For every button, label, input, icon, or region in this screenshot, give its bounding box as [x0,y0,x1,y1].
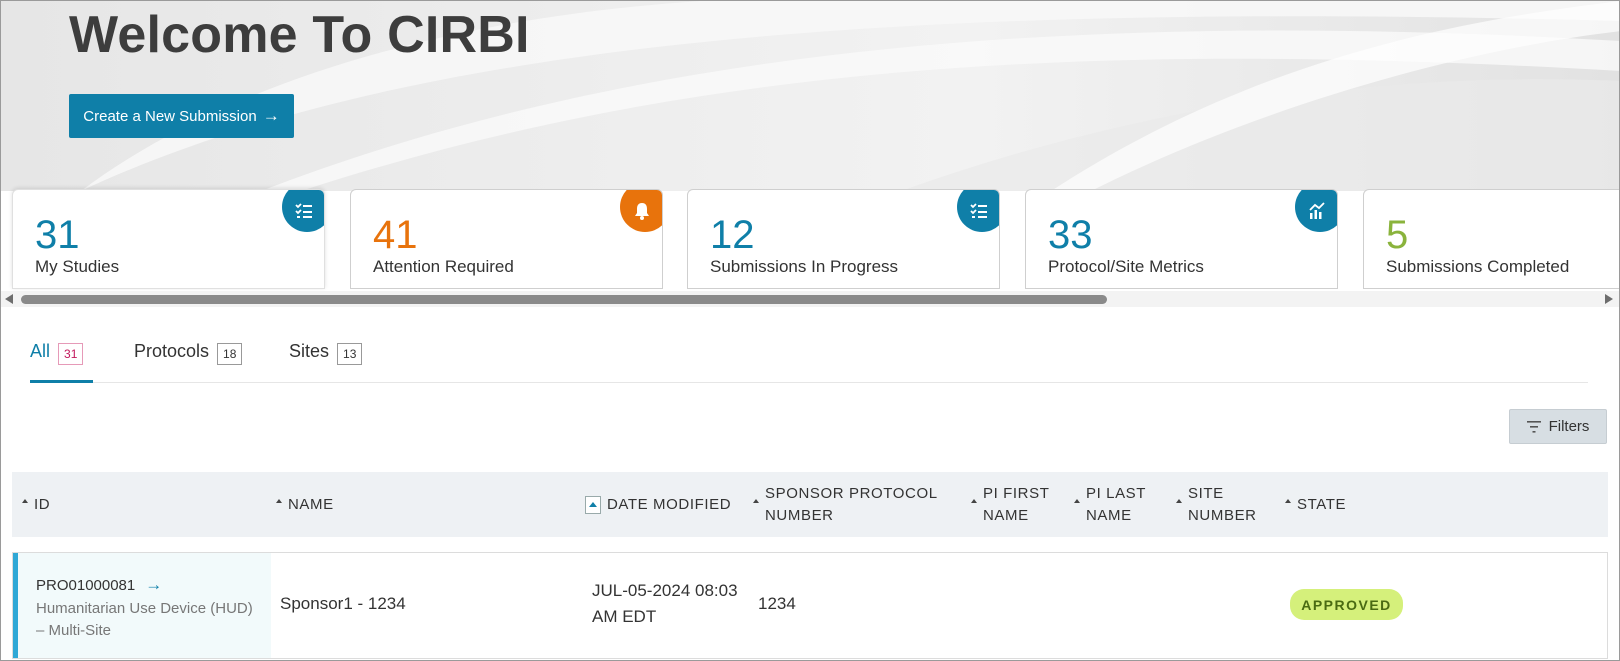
sort-asc-icon [276,498,282,503]
card-label: Protocol/Site Metrics [1048,257,1204,276]
column-header-label: PI FIRST [983,484,1050,502]
tab-label: Sites [289,341,330,361]
card-count: 5 [1386,213,1409,257]
scrollbar-thumb[interactable] [21,295,1107,304]
card-submissions-in-progress[interactable]: 12 Submissions In Progress [687,189,1000,289]
card-submissions-completed[interactable]: 5 Submissions Completed [1363,189,1619,289]
row-name: Sponsor1 - 1234 [280,594,406,613]
card-label: Submissions Completed [1386,257,1570,276]
checklist-icon [282,190,324,232]
bell-icon [620,190,662,232]
tab-label: All [30,341,51,361]
create-new-submission-button[interactable]: Create a New Submission → [69,94,294,138]
chart-icon [1295,190,1337,232]
card-count: 31 [35,213,80,257]
column-header-label: ID [34,495,51,513]
row-id[interactable]: PRO01000081 → [36,575,162,595]
summary-cards: 31 My Studies 41 Attention Required 12 S… [1,189,1619,291]
row-id-cell: PRO01000081 → Humanitarian Use Device (H… [13,553,271,658]
column-header-label: DATE MODIFIED [607,495,732,513]
column-header-pi-first-name[interactable]: PI FIRST NAME [971,472,1049,537]
card-count: 41 [373,213,418,257]
column-header-label: STATE [1297,495,1347,513]
hero-banner: Welcome To CIRBI Create a New Submission… [1,1,1619,191]
filter-tabs: All 31 Protocols 18 Sites 13 [30,333,1588,383]
row-sponsor-protocol-number: 1234 [758,594,796,613]
column-header-state[interactable]: STATE [1285,472,1346,537]
status-badge: APPROVED [1290,589,1403,620]
column-header-id[interactable]: ID [22,472,50,537]
column-header-label: NAME [288,495,334,513]
filters-label: Filters [1548,418,1590,435]
card-count: 12 [710,213,755,257]
column-header-label: PI LAST [1086,484,1147,502]
column-header-label: SITE [1188,484,1224,502]
row-submission-type: Humanitarian Use Device (HUD) – Multi-Si… [36,598,266,642]
row-type-line2: – Multi-Site [36,622,112,639]
row-id-text: PRO01000081 [36,576,136,594]
sort-asc-icon [1176,498,1182,503]
column-header-date-modified[interactable]: DATE MODIFIED [585,472,731,537]
sort-asc-icon [22,498,28,503]
column-header-label: NAME [983,506,1029,524]
column-header-label: NUMBER [765,506,834,524]
sort-active-icon [585,495,601,514]
row-type-line1: Humanitarian Use Device (HUD) [36,600,253,617]
tab-all[interactable]: All 31 [30,341,94,383]
column-header-site-number[interactable]: SITE NUMBER [1176,472,1257,537]
card-my-studies[interactable]: 31 My Studies [12,189,325,289]
tab-count-badge: 13 [337,343,363,365]
table-header: ID NAME DATE MODIFIED SPONSOR PROTOCOL NU… [12,472,1608,537]
column-header-label: NUMBER [1188,506,1257,524]
card-label: My Studies [35,257,120,276]
sort-asc-icon [1285,498,1291,503]
column-header-sponsor-protocol-number[interactable]: SPONSOR PROTOCOL NUMBER [753,472,938,537]
column-header-name[interactable]: NAME [276,472,334,537]
row-date-line1: JUL-05-2024 08:03 [592,581,738,600]
tab-count-badge: 31 [58,343,84,365]
filters-button[interactable]: Filters [1509,409,1607,444]
table-row[interactable]: PRO01000081 → Humanitarian Use Device (H… [12,552,1608,659]
tab-count-badge: 18 [217,343,243,365]
card-protocol-site-metrics[interactable]: 33 Protocol/Site Metrics [1025,189,1338,289]
card-label: Attention Required [373,257,514,276]
filter-icon [1526,420,1541,433]
arrow-right-icon[interactable]: → [145,575,162,595]
sort-asc-icon [971,498,977,503]
checklist-icon [957,190,999,232]
tab-label: Protocols [134,341,210,361]
row-date-modified: JUL-05-2024 08:03 AM EDT [592,578,738,630]
scroll-left-icon[interactable] [5,294,13,304]
card-label: Submissions In Progress [710,257,899,276]
row-date-line2: AM EDT [592,607,657,626]
sort-asc-icon [753,498,759,503]
column-header-label: NAME [1086,506,1132,524]
arrow-right-icon: → [262,106,280,125]
app-frame: Welcome To CIRBI Create a New Submission… [0,0,1620,661]
scroll-right-icon[interactable] [1605,294,1613,304]
cards-scrollbar[interactable] [1,291,1619,307]
card-attention-required[interactable]: 41 Attention Required [350,189,663,289]
column-header-label: SPONSOR PROTOCOL [765,484,938,502]
tab-protocols[interactable]: Protocols 18 [134,341,243,383]
tab-sites[interactable]: Sites 13 [289,341,363,383]
sort-asc-icon [1074,498,1080,503]
page-title: Welcome To CIRBI [69,6,530,64]
card-count: 33 [1048,213,1093,257]
create-new-submission-label: Create a New Submission [83,107,257,125]
column-header-pi-last-name[interactable]: PI LAST NAME [1074,472,1146,537]
